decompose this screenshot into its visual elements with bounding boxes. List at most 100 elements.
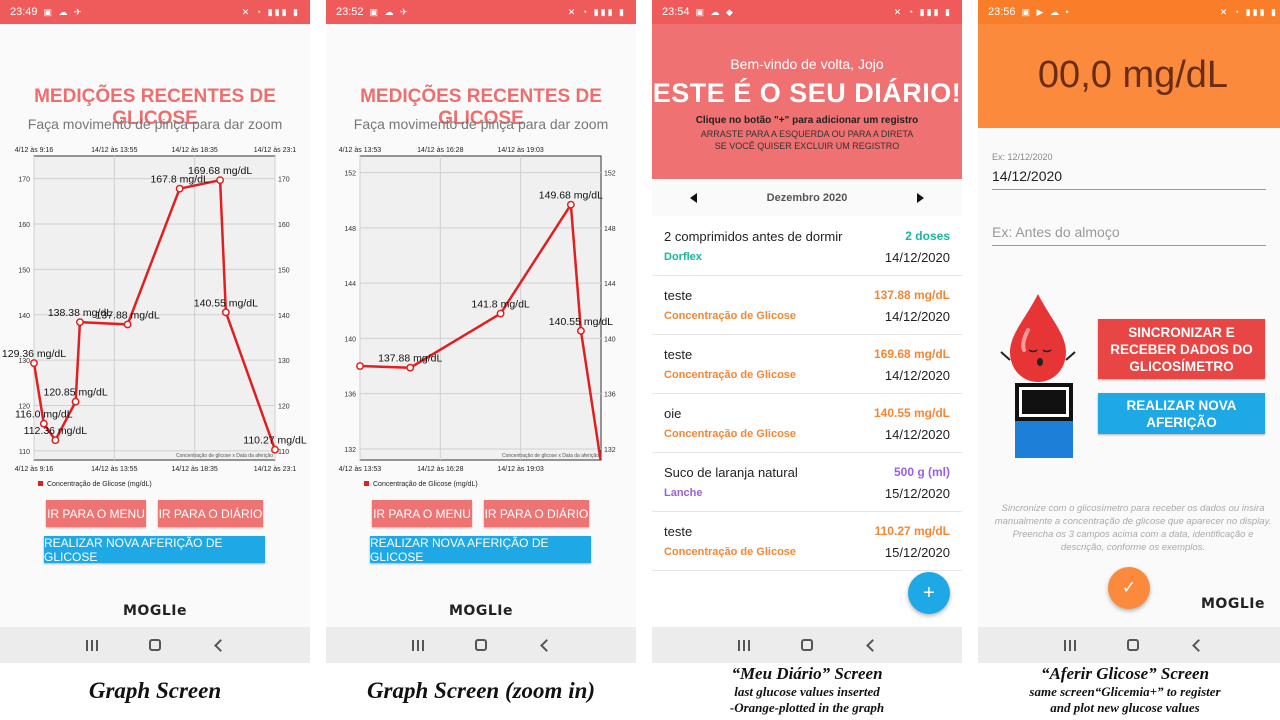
entry-category: Concentração de Glicose bbox=[664, 310, 797, 322]
phone-graph-screen: 23:49 ▣ ☁ ✈ ✕ ◔ ▮▮▮ ▮ MEDIÇÕES RECENTES … bbox=[0, 0, 310, 663]
status-time: 23:56 bbox=[988, 6, 1016, 18]
data-point bbox=[51, 436, 60, 445]
y-tick-label-left: 148 bbox=[344, 226, 356, 233]
legend-label: Concentração de Glicose (mg/dL) bbox=[373, 481, 478, 488]
diary-entry[interactable]: teste Concentração de Glicose 137.88 mg/dL… bbox=[652, 276, 962, 335]
y-tick-label-left: 140 bbox=[344, 336, 356, 343]
back-icon[interactable] bbox=[1186, 635, 1206, 655]
blood-drop-mascot-icon bbox=[1000, 294, 1076, 382]
chart-footnote: Concentração de glicose x Data da aferiç… bbox=[176, 453, 273, 459]
sync-glucometer-button[interactable]: SINCRONIZAR E RECEBER DADOS DO GLICOSÍME… bbox=[1098, 319, 1265, 379]
x-tick-label-bottom: 14/12 às 18:35 bbox=[172, 466, 218, 473]
x-tick-label-top: 4/12 às 9:16 bbox=[15, 147, 54, 154]
y-tick-label-right: 170 bbox=[278, 177, 290, 184]
entry-value: 137.88 mg/dL bbox=[873, 288, 950, 302]
data-point bbox=[566, 200, 575, 209]
y-tick-label-right: 132 bbox=[604, 447, 616, 454]
go-to-diary-button[interactable]: IR PARA O DIÁRIO bbox=[484, 500, 589, 527]
y-tick-label-left: 136 bbox=[344, 392, 356, 399]
x-tick-label-bottom: 14/12 às 16:28 bbox=[417, 466, 463, 473]
x-tick-label-top: 14/12 às 18:35 bbox=[172, 147, 218, 154]
diary-entry[interactable]: Suco de laranja natural Lanche 500 g (ml) 1… bbox=[652, 453, 962, 512]
x-tick-label-top: 14/12 às 16:28 bbox=[417, 147, 463, 154]
date-field[interactable]: 14/12/2020 bbox=[992, 164, 1266, 190]
entry-title: Suco de laranja natural bbox=[664, 465, 798, 480]
date-hint: Ex: 12/12/2020 bbox=[992, 152, 1053, 162]
caption-diary-line2: -Orange-plotted in the graph bbox=[729, 700, 885, 715]
status-bar: 23:56 ▣ ▶ ☁ • ✕ ◔ ▮▮▮ ▮ bbox=[978, 0, 1280, 24]
y-tick-label-right: 120 bbox=[278, 404, 290, 411]
month-label: Dezembro 2020 bbox=[766, 192, 848, 204]
new-measurement-button[interactable]: REALIZAR NOVA AFERIÇÃO DE GLICOSE bbox=[370, 536, 591, 564]
y-tick-label-left: 160 bbox=[18, 222, 30, 229]
status-time: 23:49 bbox=[10, 6, 38, 18]
data-point bbox=[123, 320, 132, 329]
phone-aferir-screen: 23:56 ▣ ▶ ☁ • ✕ ◔ ▮▮▮ ▮ 00,0 mg/dL Ex: 1… bbox=[978, 0, 1280, 663]
recent-apps-icon[interactable] bbox=[82, 635, 102, 655]
confirm-button[interactable]: ✓ bbox=[1108, 567, 1150, 609]
diary-entry[interactable]: 2 comprimidos antes de dormir Dorflex 2 do… bbox=[652, 217, 962, 276]
notification-icons: ▣ ☁ ✈ bbox=[43, 6, 84, 17]
y-tick-label-right: 160 bbox=[278, 222, 290, 229]
diary-entry[interactable]: teste Concentração de Glicose 110.27 mg/dL… bbox=[652, 512, 962, 571]
back-icon[interactable] bbox=[208, 635, 228, 655]
x-tick-label-bottom: 14/12 às 23:1 bbox=[254, 466, 297, 473]
entry-value: 2 doses bbox=[905, 229, 950, 243]
glucose-line-chart-zoomed[interactable]: 132 132 136 136 140 140 144 144 148 148 152 152 4/12… bbox=[326, 140, 636, 490]
y-tick-label-right: 152 bbox=[604, 171, 616, 178]
moglie-logo: MOGLIe bbox=[123, 603, 187, 619]
status-time: 23:52 bbox=[336, 6, 364, 18]
new-measurement-button[interactable]: REALIZAR NOVA AFERIÇÃO DE GLICOSE bbox=[44, 536, 265, 564]
new-measurement-button[interactable]: REALIZAR NOVA AFERIÇÃO bbox=[1098, 393, 1265, 434]
legend-swatch bbox=[364, 481, 369, 486]
diary-entry[interactable]: oie Concentração de Glicose 140.55 mg/dL 14… bbox=[652, 394, 962, 453]
back-icon[interactable] bbox=[534, 635, 554, 655]
welcome-text: Bem-vindo de volta, Jojo bbox=[730, 56, 884, 72]
x-tick-label-top: 4/12 às 13:53 bbox=[339, 147, 382, 154]
data-point bbox=[71, 397, 80, 406]
recent-apps-icon[interactable] bbox=[1060, 635, 1080, 655]
data-point bbox=[221, 308, 230, 317]
home-icon[interactable] bbox=[797, 635, 817, 655]
home-icon[interactable] bbox=[471, 635, 491, 655]
data-point bbox=[356, 362, 364, 370]
diary-entry[interactable]: teste Concentração de Glicose 169.68 mg/dL… bbox=[652, 335, 962, 394]
entry-title: teste bbox=[664, 347, 693, 362]
prev-month-icon[interactable] bbox=[690, 193, 697, 203]
notification-icons: ▣ ☁ ◆ bbox=[695, 6, 735, 17]
phone-graph-zoom-screen: 23:52 ▣ ☁ ✈ ✕ ◔ ▮▮▮ ▮ MEDIÇÕES RECENTES … bbox=[326, 0, 636, 663]
entry-category: Concentração de Glicose bbox=[664, 369, 797, 381]
y-tick-label-right: 148 bbox=[604, 226, 616, 233]
notification-icons: ▣ ☁ ✈ bbox=[369, 6, 410, 17]
add-entry-button[interactable]: + bbox=[908, 572, 950, 614]
back-icon[interactable] bbox=[860, 635, 880, 655]
x-tick-label-bottom: 4/12 às 9:16 bbox=[15, 466, 54, 473]
entry-value: 140.55 mg/dL bbox=[873, 406, 950, 420]
go-to-menu-button[interactable]: IR PARA O MENU bbox=[46, 500, 146, 527]
moglie-logo: MOGLIe bbox=[1201, 596, 1265, 612]
y-tick-label-right: 140 bbox=[278, 313, 290, 320]
entry-category: Concentração de Glicose bbox=[664, 428, 797, 440]
android-nav-bar bbox=[0, 627, 310, 663]
y-tick-label-right: 144 bbox=[604, 281, 616, 288]
recent-apps-icon[interactable] bbox=[734, 635, 754, 655]
glucose-line-chart[interactable]: 110 110120 120130 130140 140150 150160 160170 1… bbox=[0, 140, 310, 490]
data-label: 149.68 mg/dL bbox=[539, 190, 603, 202]
graph-subtitle: Faça movimento de pinça para dar zoom bbox=[353, 116, 609, 132]
description-field[interactable]: Ex: Antes do almoço bbox=[992, 220, 1266, 246]
go-to-menu-button[interactable]: IR PARA O MENU bbox=[372, 500, 472, 527]
x-tick-label-top: 14/12 às 23:1 bbox=[254, 147, 297, 154]
data-point bbox=[216, 176, 225, 185]
recent-apps-icon[interactable] bbox=[408, 635, 428, 655]
home-icon[interactable] bbox=[145, 635, 165, 655]
go-to-diary-button[interactable]: IR PARA O DIÁRIO bbox=[158, 500, 263, 527]
data-label: 140.55 mg/dL bbox=[549, 316, 613, 328]
caption-diary-title: “Meu Diário” Screen bbox=[731, 664, 883, 683]
data-point bbox=[175, 184, 184, 193]
caption-aferir-line1: same screen“Glicemia+” to register bbox=[1029, 684, 1221, 699]
home-icon[interactable] bbox=[1123, 635, 1143, 655]
next-month-icon[interactable] bbox=[917, 193, 924, 203]
android-nav-bar bbox=[326, 627, 636, 663]
status-bar: 23:52 ▣ ☁ ✈ ✕ ◔ ▮▮▮ ▮ bbox=[326, 0, 636, 24]
diary-header: Bem-vindo de volta, Jojo ESTE É O SEU DI… bbox=[652, 24, 962, 179]
